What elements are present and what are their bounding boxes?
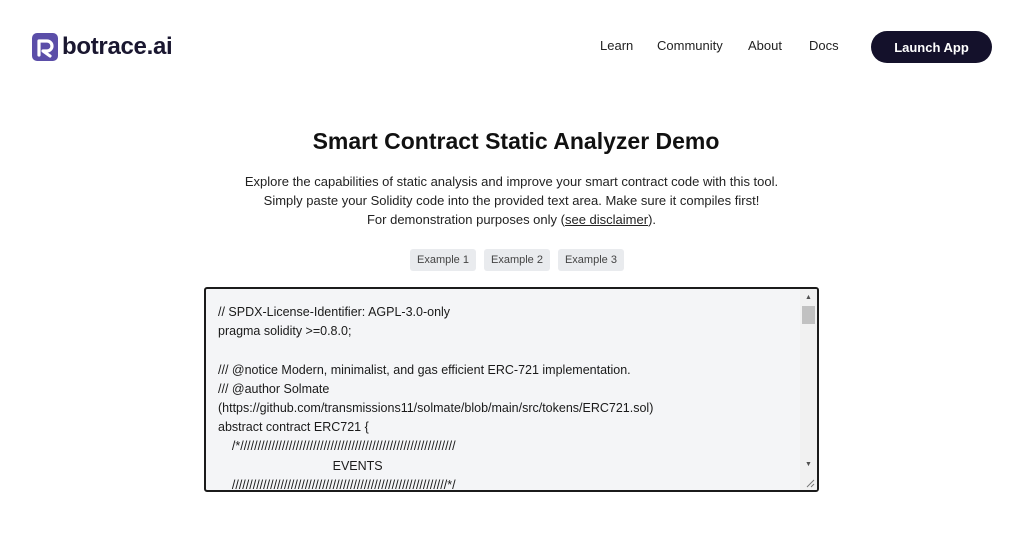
nav-learn[interactable]: Learn (600, 38, 633, 53)
example-1-button[interactable]: Example 1 (410, 249, 476, 271)
editor-scrollbar[interactable]: ▲ ▼ (800, 289, 817, 490)
scroll-down-arrow-icon[interactable]: ▼ (800, 456, 817, 473)
launch-app-button[interactable]: Launch App (871, 31, 992, 63)
disclaimer-prefix: For demonstration purposes only ( (366, 212, 565, 227)
example-buttons: Example 1 Example 2 Example 3 (410, 249, 624, 271)
disclaimer-link[interactable]: see disclaimer (565, 212, 648, 227)
code-editor[interactable]: // SPDX-License-Identifier: AGPL-3.0-onl… (204, 287, 819, 492)
page-title: Smart Contract Static Analyzer Demo (312, 128, 720, 154)
description-line-1: Explore the capabilities of static analy… (244, 174, 779, 189)
nav-community[interactable]: Community (657, 38, 723, 53)
scroll-up-arrow-icon[interactable]: ▲ (800, 289, 817, 306)
description-line-2: Simply paste your Solidity code into the… (263, 193, 760, 208)
scroll-thumb[interactable] (802, 306, 815, 324)
top-navigation: botrace.ai Learn Community About Docs La… (0, 0, 1032, 95)
example-3-button[interactable]: Example 3 (557, 249, 624, 271)
nav-about[interactable]: About (748, 38, 782, 53)
nav-docs[interactable]: Docs (809, 38, 839, 53)
resize-handle-icon[interactable] (800, 474, 817, 490)
example-2-button[interactable]: Example 2 (483, 249, 550, 271)
disclaimer-suffix: ). (648, 212, 657, 227)
description-line-3: For demonstration purposes only (see dis… (0, 210, 1023, 229)
code-text[interactable]: // SPDX-License-Identifier: AGPL-3.0-onl… (218, 303, 806, 490)
page-description: Explore the capabilities of static analy… (0, 172, 1023, 229)
